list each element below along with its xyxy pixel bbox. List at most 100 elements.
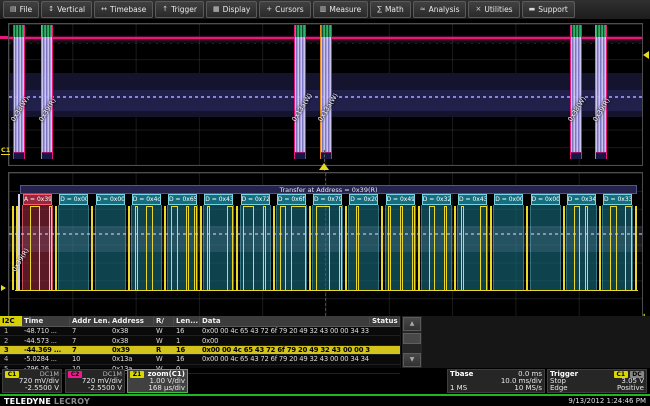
trigger-level-arrow-icon[interactable] [643,51,649,59]
menu-item-trigger[interactable]: ↑Trigger [155,1,204,18]
z1-timebase: 168 µs/div [148,385,185,392]
c1-descriptor-box[interactable]: C1 DC1M 720 mV/div -2.5500 V [2,369,62,393]
c2-badge: C2 [68,371,82,378]
cell-data: 0x00 [200,337,370,345]
decode-table-header: I2C Time Addr Len... Address R/ Len... D… [0,316,400,327]
zoom-waveform-grid[interactable]: Transfer at Address = 0x39(R) A = 0x39 D … [8,172,643,317]
burst-decode-cap [596,25,606,37]
cell-addrlen: 7 [70,346,110,354]
burst-foot [596,152,606,159]
c1-channel-label: C1 [1,147,10,155]
bus-protocol-badge[interactable]: I2C [0,316,22,326]
decode-data-box: D = 0x32 [422,194,451,205]
col-header-rw[interactable]: R/ [154,317,174,325]
i2c-burst: 0x39(R) [595,25,607,159]
menu-item-measure[interactable]: ▥Measure [313,1,369,18]
display-icon: ▦ [213,6,220,13]
cell-num: 3 [0,346,22,354]
decode-data-box: D = 0x20 [349,194,378,205]
menu-item-analysis[interactable]: ≈Analysis [413,1,467,18]
decode-data-box: D = 0x4c [132,194,161,205]
table-row[interactable]: 2-44.573 ...70x38W10x00 [0,336,400,345]
cell-num: 1 [0,327,22,335]
col-header-address[interactable]: Address [110,317,154,325]
menu-item-support[interactable]: ▬Support [522,1,575,18]
z1-descriptor-box[interactable]: Z1 zoom(C1) 1.00 V/div 168 µs/div [127,369,188,393]
scroll-down-button[interactable]: ▼ [403,353,421,367]
cell-address: 0x39 [110,346,154,354]
cell-len: 16 [174,346,200,354]
menu-item-label: Utilities [484,5,512,14]
brand-logo: TELEDYNE LECROY [4,397,90,406]
decode-address-box: A = 0x39 [23,194,52,205]
scroll-up-button[interactable]: ▲ [403,317,421,331]
decode-table-body: 1-48.710 ...70x38W160x00 00 4c 65 43 72 … [0,327,400,374]
cell-time: -44.573 ... [22,337,70,345]
cell-rw: W [154,355,174,363]
z1-level-marker[interactable] [1,285,6,291]
col-header-addrlen[interactable]: Addr Len... [70,317,110,325]
decode-data-box: D = 0x00 [531,194,560,205]
math-icon: ∑ [377,6,382,13]
tbase-samples: 1 MS [450,385,467,392]
decode-data-box: D = 0x65 [168,194,197,205]
z1-badge: Z1 [130,371,144,378]
burst-decode-cap [321,25,331,37]
c2-offset: -2.5500 V [88,385,122,392]
menu-item-label: Cursors [275,5,304,14]
burst-decode-cap [42,25,52,37]
cell-len: 16 [174,327,200,335]
c2-descriptor-box[interactable]: C2 DC1M 720 mV/div -2.5500 V [65,369,125,393]
cell-time: -48.710 ... [22,327,70,335]
trigger-type: Edge [550,385,568,392]
cell-addrlen: 10 [70,355,110,363]
c2-level-marker[interactable] [0,36,8,39]
decode-table-zone: I2C Time Addr Len... Address R/ Len... D… [0,316,650,368]
table-row[interactable]: 3-44.369 ...70x39R160x00 00 4c 65 43 72 … [0,346,400,355]
cell-time: -5.0284 ... [22,355,70,363]
scroll-thumb[interactable] [403,333,421,344]
decode-data-box: D = 0x43 [458,194,487,205]
trigger-box[interactable]: Trigger C1 DC Stop 3.05 V Edge Positive [547,369,647,393]
col-header-status[interactable]: Status [370,317,400,325]
file-icon: ▤ [10,6,17,13]
cell-time: -44.369 ... [22,346,70,354]
i2c-burst: 0x13a(W) [294,25,306,159]
menu-item-cursors[interactable]: +Cursors [259,1,310,18]
main-waveform-grid[interactable]: 0x38(W)0x39(R)0x13a(W)0x13a(W)0x38(W)0x3… [8,23,643,166]
col-header-time[interactable]: Time [22,317,70,325]
brand-secondary: LECROY [54,397,90,406]
burst-foot [42,152,52,159]
burst-foot [321,152,331,159]
cell-data: 0x00 00 4c 65 43 72 6f 79 20 49 32 43 00… [200,327,370,335]
analysis-icon: ≈ [420,6,426,13]
menu-item-label: Timebase [110,5,146,14]
table-row[interactable]: 1-48.710 ...70x38W160x00 00 4c 65 43 72 … [0,327,400,336]
menu-item-file[interactable]: ▤File [3,1,39,18]
menu-item-display[interactable]: ▦Display [206,1,257,18]
measure-icon: ▥ [320,6,327,13]
table-scrollbar[interactable]: ▲ ▼ [401,316,422,368]
burst-decode-cap [295,25,305,37]
decode-transfer-banner: Transfer at Address = 0x39(R) [20,185,637,194]
timebase-box[interactable]: Tbase 0.0 ms 10.0 ms/div 1 MS 10 MS/s [447,369,545,393]
col-header-data[interactable]: Data [200,317,370,325]
cell-address: 0x38 [110,337,154,345]
menu-item-math[interactable]: ∑Math [370,1,410,18]
decode-data-box: D = 0x00 [96,194,125,205]
table-row[interactable]: 4-5.0284 ...100x13aW160x00 00 4c 65 43 7… [0,355,400,364]
cell-addrlen: 7 [70,337,110,345]
trigger-position-marker[interactable] [319,163,329,170]
menu-item-timebase[interactable]: ↔Timebase [94,1,153,18]
vertical-icon: ↕ [48,6,54,13]
menu-item-utilities[interactable]: ×Utilities [468,1,519,18]
col-header-len[interactable]: Len... [174,317,200,325]
trigger-slope: Positive [617,385,644,392]
menu-item-label: Vertical [57,5,85,14]
menu-item-vertical[interactable]: ↕Vertical [41,1,92,18]
cell-address: 0x38 [110,327,154,335]
cell-rw: W [154,327,174,335]
trigger-icon: ↑ [162,6,168,13]
cell-rw: R [154,346,174,354]
support-icon: ▬ [529,6,536,13]
